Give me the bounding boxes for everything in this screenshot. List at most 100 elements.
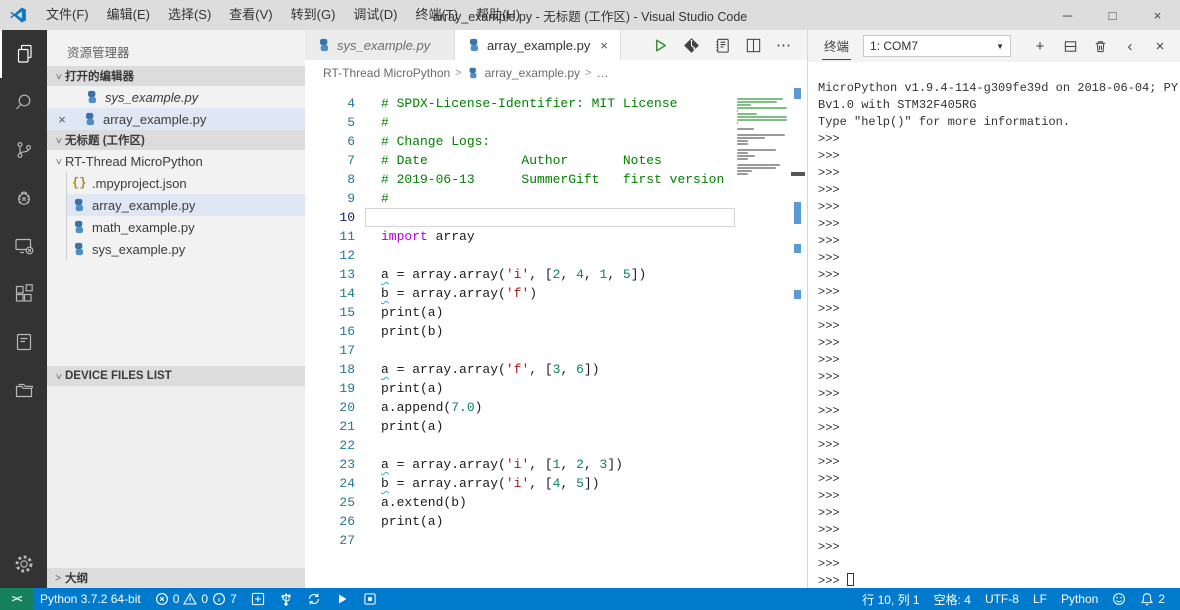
notifications-bell[interactable]: 2 [1133,588,1172,610]
terminal-selector[interactable]: 1: COM7 ▼ [863,35,1012,57]
breadcrumb-more[interactable]: … [596,66,608,80]
search-icon[interactable] [0,78,47,126]
breadcrumb[interactable]: RT-Thread MicroPython > array_example.py… [305,60,807,86]
source-control-icon[interactable] [0,126,47,174]
code-line[interactable]: 5 # [305,113,807,132]
code-line[interactable]: 9 # [305,189,807,208]
minimap[interactable] [733,98,793,179]
close-icon[interactable]: × [55,112,69,127]
code-line[interactable]: 17 [305,341,807,360]
line-number: 12 [339,248,355,263]
device-files-header[interactable]: > DEVICE FILES LIST [47,366,305,386]
eol-setting[interactable]: LF [1026,588,1054,610]
overview-ruler[interactable] [791,86,807,588]
split-editor-icon[interactable] [742,34,764,56]
workspace-header[interactable]: > 无标题 (工作区) [47,130,305,150]
box-plus-icon [251,592,264,606]
language-mode[interactable]: Python [1054,588,1105,610]
feedback-smiley-button[interactable] [1105,588,1133,610]
close-icon[interactable]: × [600,38,608,53]
code-line[interactable]: 6 # Change Logs: [305,132,807,151]
tab-sys-example[interactable]: sys_example.py [305,30,455,60]
tree-item-array-example[interactable]: array_example.py [67,194,305,216]
debug-icon[interactable] [0,174,47,222]
code-line[interactable]: 15 print(a) [305,303,807,322]
code-line[interactable]: 21 print(a) [305,417,807,436]
indentation-setting[interactable]: 空格: 4 [927,588,978,610]
open-editor-item[interactable]: sys_example.py [47,86,305,108]
notebook-icon[interactable] [0,318,47,366]
memory-chip-icon[interactable] [711,34,733,56]
cursor-position[interactable]: 行 10, 列 1 [855,588,926,610]
code-line[interactable]: 16 print(b) [305,322,807,341]
close-panel-icon[interactable]: × [1148,34,1172,58]
more-actions-icon[interactable]: ⋯ [773,34,795,56]
outline-header[interactable]: > 大纲 [47,568,305,588]
terminal-tab[interactable]: 终端 [822,32,852,60]
code-area[interactable]: 4 # SPDX-License-Identifier: MIT License 5… [305,86,807,588]
minimap-line [737,155,756,157]
usb-connect-button[interactable] [272,588,300,610]
code-line[interactable]: 13 a = array.array('i', [2, 4, 1, 5]) [305,265,807,284]
menu-item[interactable]: 编辑(E) [98,0,159,30]
new-terminal-icon[interactable]: + [1028,34,1052,58]
tree-item-mpyproject[interactable]: {} .mpyproject.json [67,172,305,194]
device-folder-icon[interactable] [0,366,47,414]
code-line[interactable]: 26 print(a) [305,512,807,531]
code-line[interactable]: 27 [305,531,807,550]
close-window-button[interactable]: × [1135,0,1180,30]
code-line[interactable]: 4 # SPDX-License-Identifier: MIT License [305,94,807,113]
explorer-icon[interactable] [0,30,47,78]
run-python-file-icon[interactable] [649,34,671,56]
menu-item[interactable]: 文件(F) [37,0,98,30]
chevron-left-icon[interactable]: ‹ [1118,34,1142,58]
menu-item[interactable]: 查看(V) [220,0,281,30]
tree-item-sys-example[interactable]: sys_example.py [67,238,305,260]
code-line[interactable]: 24 b = array.array('i', [4, 5]) [305,474,807,493]
minimize-button[interactable]: ─ [1045,0,1090,30]
add-connection-button[interactable] [244,588,272,610]
stop-button[interactable] [356,588,384,610]
menu-item[interactable]: 帮助(H) [467,0,529,30]
code-line[interactable]: 25 a.extend(b) [305,493,807,512]
code-line[interactable]: 7 # Date Author Notes [305,151,807,170]
code-line[interactable]: 8 # 2019-06-13 SummerGift first version [305,170,807,189]
code-line[interactable]: 10 [305,208,807,227]
open-editor-item[interactable]: × array_example.py [47,108,305,130]
split-terminal-icon[interactable] [1058,34,1082,58]
menu-item[interactable]: 转到(G) [282,0,345,30]
breadcrumb-file[interactable]: array_example.py [485,66,580,80]
terminal-output[interactable]: MicroPython v1.9.4-114-g309fe39d on 2018… [808,62,1180,588]
extensions-icon[interactable] [0,270,47,318]
run-on-device-button[interactable] [328,588,356,610]
minimap-line [737,113,757,115]
encoding-setting[interactable]: UTF-8 [978,588,1026,610]
code-line[interactable]: 22 [305,436,807,455]
code-line[interactable]: 11 import array [305,227,807,246]
menu-item[interactable]: 选择(S) [159,0,220,30]
remote-indicator[interactable]: >< [0,588,33,610]
remote-device-icon[interactable] [0,222,47,270]
tree-folder-rt-thread[interactable]: > RT-Thread MicroPython [47,150,305,172]
sync-button[interactable] [300,588,328,610]
code-line[interactable]: 12 [305,246,807,265]
kill-terminal-icon[interactable] [1088,34,1112,58]
code-line[interactable]: 14 b = array.array('f') [305,284,807,303]
code-line[interactable]: 23 a = array.array('i', [1, 2, 3]) [305,455,807,474]
code-line[interactable]: 20 a.append(7.0) [305,398,807,417]
minimap-line [737,101,777,103]
settings-gear-icon[interactable] [0,540,47,588]
rt-thread-download-icon[interactable] [680,34,702,56]
code-line[interactable]: 18 a = array.array('f', [3, 6]) [305,360,807,379]
menu-item[interactable]: 终端(T) [406,0,467,30]
open-editors-header[interactable]: > 打开的编辑器 [47,66,305,86]
code-line[interactable]: 19 print(a) [305,379,807,398]
problems-indicator[interactable]: 0 0 7 [148,588,244,610]
python-interpreter[interactable]: Python 3.7.2 64-bit [33,588,148,610]
tab-array-example[interactable]: array_example.py × [455,30,621,60]
terminal-prompt-active[interactable]: >>> [818,573,1180,588]
menu-item[interactable]: 调试(D) [344,0,406,30]
breadcrumb-folder[interactable]: RT-Thread MicroPython [323,66,450,80]
maximize-button[interactable]: □ [1090,0,1135,30]
tree-item-math-example[interactable]: math_example.py [67,216,305,238]
